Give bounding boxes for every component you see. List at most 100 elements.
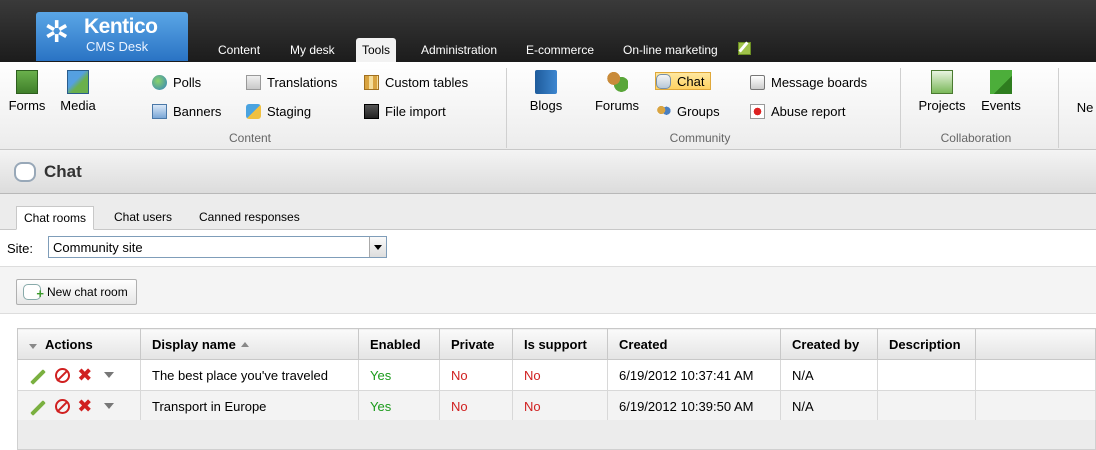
cell-filler xyxy=(975,390,1096,422)
column-private[interactable]: Private xyxy=(439,328,513,360)
disable-icon[interactable] xyxy=(54,398,70,414)
edit-pencil-icon[interactable] xyxy=(30,369,46,386)
chat-label: Chat xyxy=(677,74,705,89)
message-boards-button[interactable]: Message boards xyxy=(750,74,867,92)
message-boards-icon xyxy=(750,75,765,90)
column-is-support[interactable]: Is support xyxy=(512,328,608,360)
translations-button[interactable]: Translations xyxy=(246,74,337,92)
staging-label: Staging xyxy=(267,104,312,119)
tools-ribbon: Forms Media Polls Banners Translations S… xyxy=(0,62,1096,150)
column-private-label: Private xyxy=(451,336,495,352)
edit-icon[interactable] xyxy=(738,42,751,55)
group-content-label: Content xyxy=(228,131,272,145)
new-chat-room-label: New chat room xyxy=(47,285,128,299)
actions-menu-icon xyxy=(29,343,37,349)
column-actions[interactable]: Actions xyxy=(17,328,141,360)
blogs-button[interactable]: Blogs xyxy=(526,70,566,113)
edit-pencil-icon[interactable] xyxy=(30,400,46,417)
column-actions-label: Actions xyxy=(45,336,93,352)
groups-button[interactable]: Groups xyxy=(656,103,720,121)
tab-content[interactable]: Content xyxy=(212,38,266,62)
chat-button[interactable]: Chat xyxy=(655,72,712,90)
group-community-label: Community xyxy=(669,131,731,145)
cell-description xyxy=(877,390,976,422)
projects-icon xyxy=(931,70,953,94)
cell-display-name: The best place you've traveled xyxy=(140,359,359,391)
forums-label: Forums xyxy=(594,98,640,113)
projects-button[interactable]: Projects xyxy=(916,70,968,113)
column-created[interactable]: Created xyxy=(607,328,781,360)
more-actions-icon[interactable] xyxy=(103,372,114,379)
cut-off-ribbon-button[interactable]: Ne xyxy=(1074,100,1096,115)
sort-ascending-icon xyxy=(240,341,249,347)
site-select[interactable]: Community site xyxy=(48,236,387,258)
tab-administration[interactable]: Administration xyxy=(415,38,503,62)
delete-icon[interactable]: ✖ xyxy=(77,366,92,384)
new-chat-room-button[interactable]: New chat room xyxy=(16,279,137,306)
column-enabled[interactable]: Enabled xyxy=(358,328,440,360)
blogs-label: Blogs xyxy=(529,98,563,113)
ribbon-separator xyxy=(1058,68,1059,148)
column-description[interactable]: Description xyxy=(877,328,976,360)
staging-button[interactable]: Staging xyxy=(246,103,311,121)
banners-label: Banners xyxy=(173,104,222,119)
tab-on-line-marketing[interactable]: On-line marketing xyxy=(617,38,724,62)
tab-my-desk[interactable]: My desk xyxy=(284,38,341,62)
staging-icon xyxy=(246,104,261,119)
forms-label: Forms xyxy=(8,98,46,113)
tab-chat-users[interactable]: Chat users xyxy=(107,206,179,230)
events-icon xyxy=(990,70,1012,94)
cell-enabled: Yes xyxy=(358,359,440,391)
more-actions-icon[interactable] xyxy=(103,403,114,410)
cell-enabled: Yes xyxy=(358,390,440,422)
forms-button[interactable]: Forms xyxy=(8,70,46,113)
column-created-by-label: Created by xyxy=(792,336,860,352)
column-description-label: Description xyxy=(889,336,961,352)
column-display-name-label: Display name xyxy=(152,336,236,352)
site-filter-bar: Site: Community site xyxy=(0,233,1096,265)
media-button[interactable]: Media xyxy=(56,70,100,113)
forms-icon xyxy=(16,70,38,94)
translations-icon xyxy=(246,75,261,90)
tab-chat-rooms[interactable]: Chat rooms xyxy=(16,206,95,230)
top-header-bar: ✲ Kentico CMS Desk Content My desk Tools… xyxy=(0,0,1096,62)
column-display-name[interactable]: Display name xyxy=(140,328,359,360)
new-chat-room-icon xyxy=(23,282,44,306)
cell-is-support: No xyxy=(512,390,608,422)
cell-is-support: No xyxy=(512,359,608,391)
cell-filler xyxy=(975,359,1096,391)
banners-button[interactable]: Banners xyxy=(152,103,221,121)
custom-tables-label: Custom tables xyxy=(385,75,469,90)
logo-brand: Kentico xyxy=(84,15,158,38)
forums-button[interactable]: Forums xyxy=(590,70,644,113)
abuse-report-button[interactable]: Abuse report xyxy=(750,103,845,121)
groups-label: Groups xyxy=(677,104,720,119)
cell-private: No xyxy=(439,390,513,422)
blogs-icon xyxy=(535,70,557,94)
header-actions: New chat room xyxy=(0,266,1096,314)
chevron-down-icon[interactable] xyxy=(369,237,386,257)
column-filler xyxy=(975,328,1096,360)
polls-button[interactable]: Polls xyxy=(152,74,201,92)
delete-icon[interactable]: ✖ xyxy=(77,397,92,415)
events-button[interactable]: Events xyxy=(978,70,1024,113)
file-import-button[interactable]: File import xyxy=(364,103,446,121)
custom-tables-button[interactable]: Custom tables xyxy=(364,74,468,92)
table-row: ✖ The best place you've traveled Yes No … xyxy=(17,359,1096,391)
column-created-by[interactable]: Created by xyxy=(780,328,878,360)
site-label: Site: xyxy=(7,241,34,256)
tab-e-commerce[interactable]: E-commerce xyxy=(520,38,600,62)
tab-tools[interactable]: Tools xyxy=(356,38,397,62)
group-collaboration-label: Collaboration xyxy=(940,131,1012,145)
cell-display-name: Transport in Europe xyxy=(140,390,359,422)
forums-icon xyxy=(606,70,628,94)
column-is-support-label: Is support xyxy=(524,336,587,352)
chat-subtabs: Chat rooms Chat users Canned responses xyxy=(0,194,1096,230)
cell-created-by: N/A xyxy=(780,390,878,422)
row-actions: ✖ xyxy=(17,390,141,422)
cell-created: 6/19/2012 10:37:41 AM xyxy=(607,359,781,391)
tab-canned-responses[interactable]: Canned responses xyxy=(192,206,307,230)
disable-icon[interactable] xyxy=(54,367,70,383)
page-title: Chat xyxy=(44,162,82,181)
file-import-label: File import xyxy=(385,104,446,119)
